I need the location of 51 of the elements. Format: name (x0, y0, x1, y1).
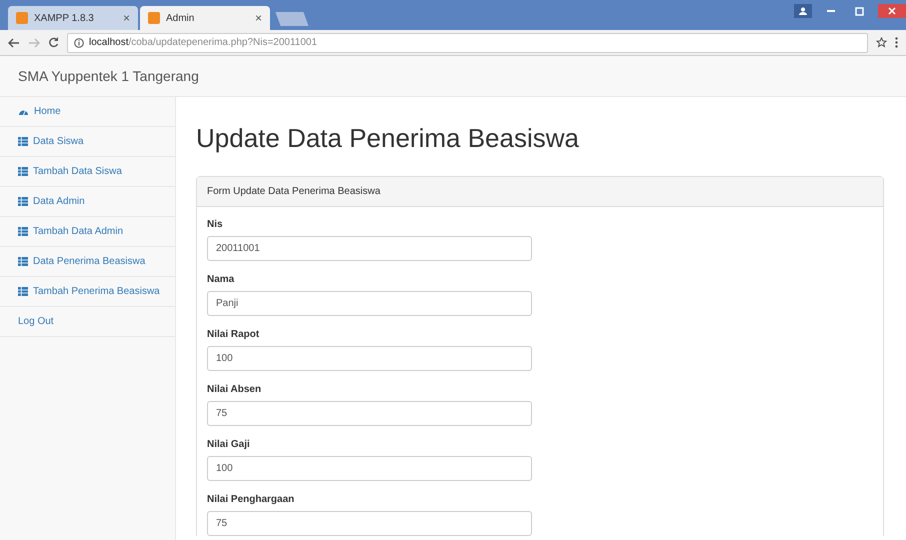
site-brand[interactable]: SMA Yuppentek 1 Tangerang (18, 68, 199, 84)
field-label: Nilai Penghargaan (207, 494, 296, 505)
field-label: Nilai Rapot (207, 329, 260, 340)
input-field[interactable]: 75 (207, 401, 532, 426)
sidebar-label: Data Admin (33, 196, 85, 207)
panel-heading: Form Update Data Penerima Beasiswa (197, 177, 883, 207)
table-icon (18, 257, 28, 266)
tab-close-button[interactable]: × (122, 11, 130, 25)
input-field[interactable]: Panji (207, 291, 532, 316)
input-field[interactable]: 20011001 (207, 236, 532, 261)
address-bar[interactable]: localhost/coba/updatepenerima.php?Nis=20011001 (67, 32, 868, 52)
input-field[interactable]: 100 (207, 456, 532, 481)
tab-close-button[interactable]: × (254, 11, 262, 25)
sidebar-label: Tambah Penerima Beasiswa (33, 286, 160, 297)
table-icon (18, 227, 28, 236)
sidebar-item[interactable]: Tambah Data Admin (0, 217, 175, 247)
field-label: Nilai Gaji (207, 439, 251, 450)
browser-tab[interactable]: XAMPP 1.8.3 × (8, 6, 138, 30)
sidebar-label: Home (34, 106, 61, 117)
page-title: Update Data Penerima Beasiswa (196, 123, 580, 154)
sidebar-item[interactable]: Data Penerima Beasiswa (0, 247, 175, 277)
menu-icon[interactable] (895, 37, 898, 48)
sidebar-label: Log Out (18, 316, 54, 327)
close-icon[interactable] (878, 4, 906, 18)
table-icon (18, 287, 28, 296)
table-icon (18, 167, 28, 176)
sidebar-item[interactable]: Data Admin (0, 187, 175, 217)
sidebar-item[interactable]: Log Out (0, 307, 175, 337)
table-icon (18, 137, 28, 146)
sidebar-label: Tambah Data Siswa (33, 166, 122, 177)
field-label: Nama (207, 274, 236, 285)
browser-tab[interactable]: Admin × (140, 6, 270, 30)
sidebar-label: Data Penerima Beasiswa (33, 256, 146, 267)
input-field[interactable]: 75 (207, 511, 532, 536)
sidebar-item[interactable]: Tambah Data Siswa (0, 157, 175, 187)
table-icon (18, 197, 28, 206)
favicon-icon (148, 12, 160, 24)
back-icon[interactable] (8, 38, 20, 48)
field-label: Nilai Absen (207, 384, 262, 395)
star-icon[interactable] (876, 37, 887, 48)
info-icon (74, 38, 84, 48)
sidebar-item[interactable]: Tambah Penerima Beasiswa (0, 277, 175, 307)
sidebar-item[interactable]: Home (0, 97, 175, 127)
reload-icon[interactable] (48, 37, 59, 48)
input-field[interactable]: 100 (207, 346, 532, 371)
sidebar-item[interactable]: Data Siswa (0, 127, 175, 157)
field-label: Nis (207, 219, 224, 230)
sidebar-label: Data Siswa (33, 136, 84, 147)
sidebar-label: Tambah Data Admin (33, 226, 124, 237)
user-icon[interactable] (794, 4, 812, 18)
favicon-icon (16, 12, 28, 24)
